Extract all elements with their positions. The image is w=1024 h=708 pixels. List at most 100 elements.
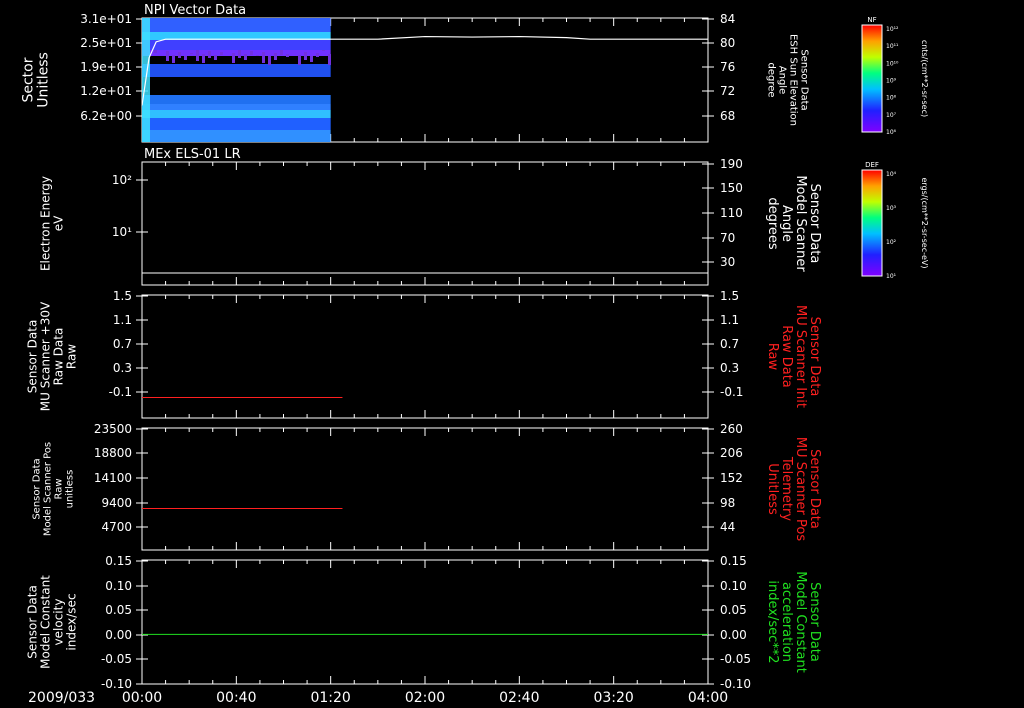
colorbar-label: DEF — [865, 161, 879, 169]
y-tick-label-left: 3.1e+01 — [80, 12, 132, 26]
y-tick-label-right: 0.05 — [720, 603, 747, 617]
y-tick-label-right: 110 — [720, 206, 743, 220]
y-tick-label-right: 190 — [720, 157, 743, 171]
heatmap-band — [142, 130, 331, 142]
heatmap-speckle — [316, 53, 319, 57]
colorbar-tick-label: 10⁶ — [886, 129, 897, 136]
y-tick-label-right: 72 — [720, 84, 735, 98]
colorbar-tick-label: 10⁸ — [886, 95, 897, 102]
heatmap-band — [142, 40, 331, 50]
y-tick-label-right: 152 — [720, 471, 743, 485]
heatmap-speckle — [196, 50, 199, 61]
heatmap-speckle — [286, 54, 289, 57]
y-axis-label-left: Raw — [65, 344, 79, 369]
y-axis-label-left: Sector — [21, 57, 37, 102]
y-tick-label-left: 0.05 — [105, 603, 132, 617]
y-tick-label-right: 0.7 — [720, 337, 739, 351]
y-tick-label-right: 80 — [720, 36, 735, 50]
y-tick-label-left: 14100 — [94, 471, 132, 485]
y-tick-label-right: 206 — [720, 446, 743, 460]
date-label: 2009/033 — [28, 690, 95, 706]
heatmap-speckle — [166, 51, 169, 61]
multi-panel-time-series-plot: NPI Vector Data 3.1e+01 2.5e+01 1.9e+01 1.2e… — [21, 3, 930, 706]
y-axis-label-left: MU Scanner +30V — [39, 301, 53, 411]
y-tick-label-left: 18800 — [94, 446, 132, 460]
colorbar-tick-label: 10¹⁰ — [886, 60, 899, 67]
y-axis-label-right: Raw Data — [779, 325, 794, 388]
heatmap-speckle — [238, 50, 241, 58]
heatmap-band — [142, 104, 331, 110]
heatmap-speckle — [274, 53, 277, 60]
panel-1: NPI Vector Data 3.1e+01 2.5e+01 1.9e+01 1.2e… — [21, 3, 810, 143]
y-tick-label-left: 9400 — [101, 496, 132, 510]
heatmap-band — [142, 95, 331, 104]
y-axis-label-right: MU Scanner Pos — [793, 437, 808, 542]
x-tick-label: 02:40 — [499, 690, 539, 706]
y-tick-label-left: 23500 — [94, 422, 132, 436]
y-axis-label-right: Model Constant — [793, 571, 808, 673]
x-tick-label: 00:00 — [122, 690, 162, 706]
colorbar-tick-label: 10⁴ — [886, 171, 897, 178]
y-tick-label-left: 1.2e+01 — [80, 84, 132, 98]
y-axis-label-left: Model Scanner Pos — [43, 442, 54, 536]
y-tick-label-left: 0.00 — [105, 628, 132, 642]
y-tick-label-left: 0.7 — [113, 337, 132, 351]
y-tick-label-right: 30 — [720, 255, 735, 269]
heatmap-speckle — [310, 56, 313, 62]
y-tick-label-right: 84 — [720, 12, 735, 26]
x-tick-label: 00:40 — [216, 690, 256, 706]
panel-title: NPI Vector Data — [144, 3, 246, 18]
colorbar-label: NF — [867, 16, 876, 24]
heatmap-speckle — [256, 55, 259, 56]
y-axis-label-left: Unitless — [36, 52, 52, 108]
panel-title: MEx ELS-01 LR — [144, 147, 241, 162]
heatmap-band — [142, 18, 331, 32]
heatmap-speckle — [304, 52, 307, 60]
heatmap-speckle — [250, 51, 253, 55]
panel-5: 0.15 0.10 0.05 0.00 -0.05 -0.10 0.15 0.10 0.05 0.… — [26, 554, 823, 691]
y-axis-label-left: eV — [52, 215, 66, 231]
heatmap-speckle — [244, 54, 247, 60]
y-tick-label-right: 1.1 — [720, 313, 739, 327]
y-tick-label-right: 0.15 — [720, 554, 747, 568]
panel-2: MEx ELS-01 LR 10² 10¹ 190 150 110 70 30 Electron… — [39, 147, 822, 286]
y-tick-label-right: -0.10 — [720, 677, 751, 691]
y-axis-label-right: MU Scanner Init — [793, 305, 808, 408]
heatmap-speckle — [202, 54, 205, 63]
colorbar-tick-label: 10⁷ — [886, 112, 897, 119]
panel-3: 1.5 1.1 0.7 0.3 -0.1 1.5 1.1 0.7 0.3 -0.1 Sensor D… — [26, 289, 822, 419]
y-axis-label-right: Model Scanner — [793, 175, 808, 272]
y-tick-label-left: 0.15 — [105, 554, 132, 568]
y-tick-label-right: -0.05 — [720, 652, 751, 666]
y-axis-label-right: index/sec**2 — [765, 580, 780, 663]
y-tick-label-right: -0.1 — [720, 385, 743, 399]
y-tick-label-right: 98 — [720, 496, 735, 510]
colorbar-def: DEF 10⁴ 10³ 10² 10¹ ergs/(cm**2-sr-sec-eV) — [861, 161, 929, 280]
y-axis-label-left: Electron Energy — [39, 176, 53, 271]
heatmap-speckle — [298, 55, 301, 65]
colorbar-tick-label: 10¹² — [886, 26, 899, 33]
y-axis-label-right: acceleration — [779, 582, 794, 662]
y-tick-label-right: 44 — [720, 520, 735, 534]
y-tick-label-right: 70 — [720, 231, 735, 245]
panel-frame — [141, 161, 709, 286]
heatmap-speckle — [172, 55, 175, 63]
x-tick-label: 01:20 — [310, 690, 350, 706]
colorbar-nf: NF 10¹² 10¹¹ 10¹⁰ 10⁹ 10⁸ 10⁷ 10⁶ cnts/(cm**2-sr… — [861, 16, 929, 136]
heatmap-speckle — [280, 50, 283, 55]
y-tick-label-left: 0.3 — [113, 361, 132, 375]
y-axis-label-left: Raw — [54, 478, 65, 499]
y-tick-label-left: 1.1 — [113, 313, 132, 327]
y-axis-label-left: Sensor Data — [26, 320, 40, 394]
colorbar-tick-label: 10³ — [886, 205, 897, 212]
colorbar-tick-label: 10² — [886, 239, 897, 246]
heatmap-speckle — [214, 55, 217, 60]
y-tick-label-right: 150 — [720, 181, 743, 195]
y-tick-label-left: -0.10 — [101, 677, 132, 691]
heatmap-image — [142, 18, 331, 142]
y-axis-label-right: degree — [766, 62, 777, 97]
x-tick-label: 04:00 — [688, 690, 728, 706]
x-tick-label: 03:20 — [593, 690, 633, 706]
y-tick-label-right: 0.00 — [720, 628, 747, 642]
heatmap-speckle — [154, 50, 157, 53]
